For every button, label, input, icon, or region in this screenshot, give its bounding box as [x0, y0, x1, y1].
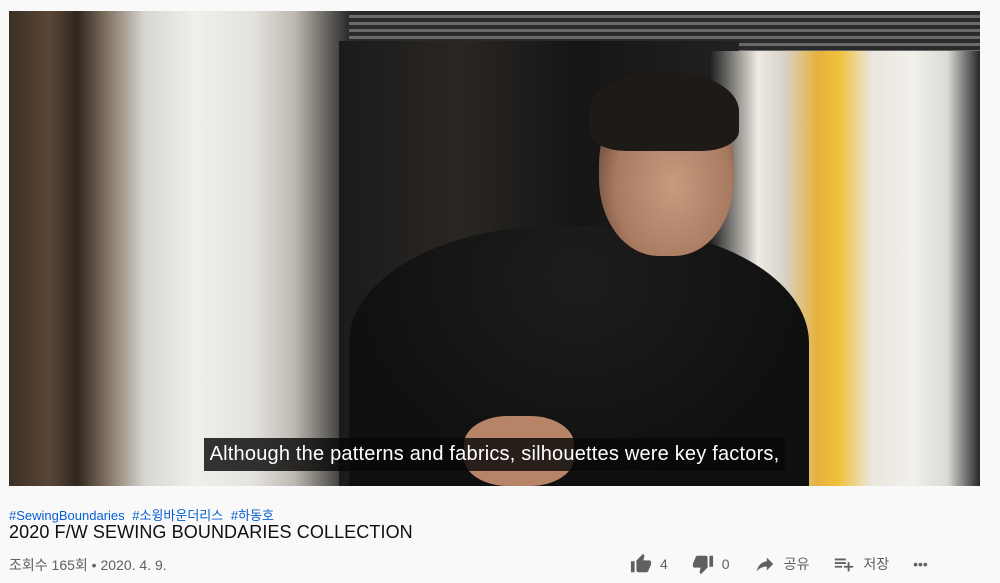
- more-horizontal-icon: •••: [913, 556, 928, 572]
- caption-text: Although the patterns and fabrics, silho…: [203, 438, 786, 471]
- playlist-add-icon: [835, 558, 854, 572]
- like-button[interactable]: 4: [630, 553, 668, 575]
- meta-separator: •: [91, 557, 97, 573]
- view-count: 조회수 165회: [9, 557, 88, 573]
- thumbs-up-icon: [630, 553, 652, 573]
- share-label: 공유: [783, 556, 810, 572]
- dislike-button[interactable]: 0: [692, 553, 730, 575]
- save-label: 저장: [863, 556, 890, 572]
- video-frame: [9, 11, 980, 486]
- video-player[interactable]: Although the patterns and fabrics, silho…: [9, 11, 980, 486]
- action-bar: 4 0 공유 저장 •••: [630, 553, 928, 575]
- dislike-count: 0: [721, 556, 730, 572]
- video-meta: 조회수 165회 • 2020. 4. 9.: [9, 555, 167, 575]
- like-count: 4: [660, 556, 668, 572]
- video-title: 2020 F/W SEWING BOUNDARIES COLLECTION: [9, 522, 413, 542]
- more-actions-button[interactable]: •••: [913, 556, 928, 572]
- upload-date: 2020. 4. 9.: [100, 557, 167, 573]
- hashtag-link[interactable]: #SewingBoundaries: [9, 508, 125, 523]
- share-arrow-icon: [756, 557, 773, 572]
- clothing-rack-left: [9, 11, 349, 486]
- speaker-hair: [589, 71, 739, 151]
- hashtag-link[interactable]: #하동호: [231, 508, 274, 523]
- share-button[interactable]: 공유: [754, 553, 810, 575]
- save-button[interactable]: 저장: [833, 553, 889, 575]
- hashtag-link[interactable]: #소윙바운더리스: [132, 508, 223, 523]
- caption-overlay: Although the patterns and fabrics, silho…: [9, 438, 980, 471]
- thumbs-down-icon: [692, 555, 713, 575]
